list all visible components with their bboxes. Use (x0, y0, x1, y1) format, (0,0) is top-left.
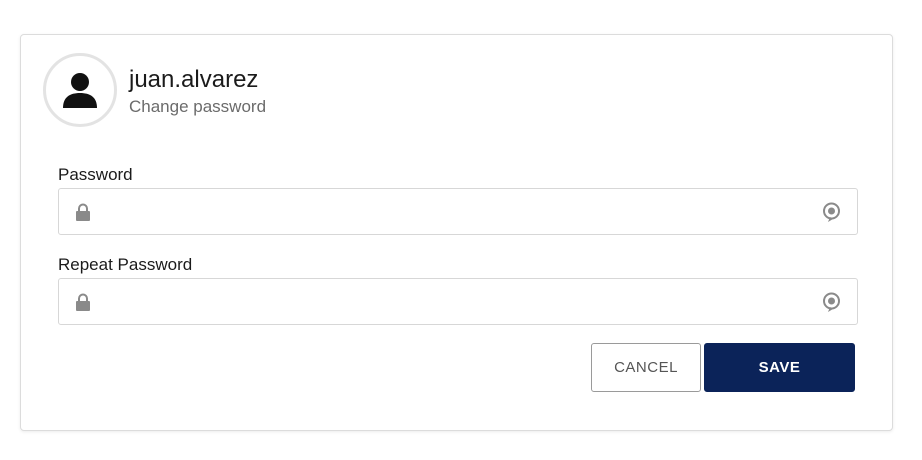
password-field (58, 188, 858, 236)
password-label: Password (58, 165, 133, 184)
cancel-button[interactable]: CANCEL (591, 343, 701, 392)
eye-reveal-icon[interactable] (821, 291, 842, 313)
avatar (43, 53, 117, 127)
user-icon (63, 73, 97, 108)
repeat-password-label: Repeat Password (58, 255, 193, 274)
change-password-card: juan.alvarez Change password Password Re… (20, 34, 893, 431)
repeat-password-input[interactable] (103, 279, 807, 326)
save-button[interactable]: SAVE (704, 343, 855, 392)
repeat-password-field (58, 278, 858, 326)
password-input[interactable] (103, 189, 807, 236)
eye-reveal-icon[interactable] (821, 201, 842, 223)
lock-icon (76, 203, 90, 221)
username: juan.alvarez (129, 66, 259, 93)
lock-icon (76, 293, 90, 311)
page-subtitle: Change password (129, 97, 267, 116)
